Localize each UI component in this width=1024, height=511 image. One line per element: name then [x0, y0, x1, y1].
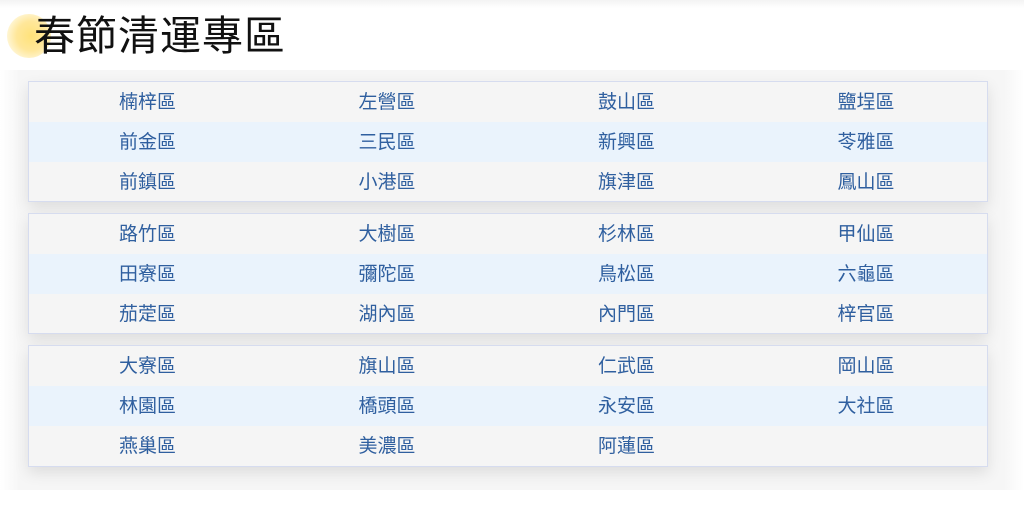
district-link[interactable]: 苓雅區 — [748, 122, 988, 162]
district-link[interactable]: 鹽埕區 — [748, 82, 988, 122]
table-row: 前金區 三民區 新興區 苓雅區 — [29, 122, 987, 162]
page-title: 春節清運專區 — [34, 12, 286, 60]
district-link[interactable]: 甲仙區 — [748, 214, 988, 254]
district-link[interactable]: 橋頭區 — [269, 386, 509, 426]
table-row: 前鎮區 小港區 旗津區 鳳山區 — [29, 162, 987, 202]
title-bar: 春節清運專區 — [0, 0, 1024, 72]
district-link[interactable]: 旗山區 — [269, 346, 509, 386]
district-link[interactable]: 旗津區 — [508, 162, 748, 202]
district-link[interactable]: 內門區 — [508, 294, 748, 334]
table-row: 茄萣區 湖內區 內門區 梓官區 — [29, 294, 987, 334]
district-link[interactable]: 杉林區 — [508, 214, 748, 254]
district-link[interactable]: 茄萣區 — [29, 294, 269, 334]
table-row: 路竹區 大樹區 杉林區 甲仙區 — [29, 214, 987, 254]
district-link[interactable]: 小港區 — [269, 162, 509, 202]
table-row: 大寮區 旗山區 仁武區 岡山區 — [29, 346, 987, 386]
empty-cell — [748, 426, 988, 466]
district-link[interactable]: 湖內區 — [269, 294, 509, 334]
district-link[interactable]: 前金區 — [29, 122, 269, 162]
district-link[interactable]: 前鎮區 — [29, 162, 269, 202]
district-link[interactable]: 路竹區 — [29, 214, 269, 254]
table-row: 燕巢區 美濃區 阿蓮區 — [29, 426, 987, 466]
district-link[interactable]: 大樹區 — [269, 214, 509, 254]
table-row: 林園區 橋頭區 永安區 大社區 — [29, 386, 987, 426]
district-link[interactable]: 林園區 — [29, 386, 269, 426]
district-link[interactable]: 燕巢區 — [29, 426, 269, 466]
table-row: 田寮區 彌陀區 鳥松區 六龜區 — [29, 254, 987, 294]
district-link[interactable]: 大寮區 — [29, 346, 269, 386]
table-row: 楠梓區 左營區 鼓山區 鹽埕區 — [29, 82, 987, 122]
district-link[interactable]: 岡山區 — [748, 346, 988, 386]
district-link[interactable]: 彌陀區 — [269, 254, 509, 294]
district-link[interactable]: 仁武區 — [508, 346, 748, 386]
district-link[interactable]: 大社區 — [748, 386, 988, 426]
district-group-3: 大寮區 旗山區 仁武區 岡山區 林園區 橋頭區 永安區 大社區 燕巢區 美濃區 … — [28, 345, 988, 467]
district-link[interactable]: 楠梓區 — [29, 82, 269, 122]
district-link[interactable]: 六龜區 — [748, 254, 988, 294]
district-group-1: 楠梓區 左營區 鼓山區 鹽埕區 前金區 三民區 新興區 苓雅區 前鎮區 小港區 … — [28, 81, 988, 202]
district-link[interactable]: 阿蓮區 — [508, 426, 748, 466]
district-link[interactable]: 永安區 — [508, 386, 748, 426]
district-link[interactable]: 美濃區 — [269, 426, 509, 466]
district-link[interactable]: 鳥松區 — [508, 254, 748, 294]
district-link[interactable]: 田寮區 — [29, 254, 269, 294]
district-link[interactable]: 三民區 — [269, 122, 509, 162]
district-link[interactable]: 左營區 — [269, 82, 509, 122]
district-link[interactable]: 鼓山區 — [508, 82, 748, 122]
page: 春節清運專區 楠梓區 左營區 鼓山區 鹽埕區 前金區 三民區 新興區 苓雅區 前… — [0, 0, 1024, 511]
district-group-2: 路竹區 大樹區 杉林區 甲仙區 田寮區 彌陀區 鳥松區 六龜區 茄萣區 湖內區 … — [28, 213, 988, 334]
district-link[interactable]: 梓官區 — [748, 294, 988, 334]
district-link[interactable]: 新興區 — [508, 122, 748, 162]
district-link[interactable]: 鳳山區 — [748, 162, 988, 202]
